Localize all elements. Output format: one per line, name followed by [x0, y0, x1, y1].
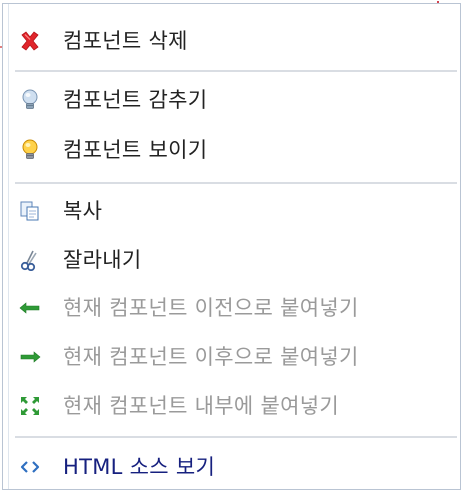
bulb-on-icon — [18, 138, 42, 162]
menu-item-paste-before[interactable]: 현재 컴포넌트 이전으로 붙여넣기 — [9, 286, 459, 330]
menu-item-label: 현재 컴포넌트 이전으로 붙여넣기 — [63, 296, 359, 320]
menu-item-label: 컴포넌트 삭제 — [63, 29, 188, 53]
copy-icon — [18, 199, 42, 223]
page: 컴포넌트 삭제 컴포넌트 감추기 컴포넌트 보이기 복사 잘라내기 현재 컴포넌… — [0, 0, 467, 494]
arrow-left-icon — [18, 296, 42, 320]
menu-separator — [15, 182, 457, 184]
menu-item-paste-inside[interactable]: 현재 컴포넌트 내부에 붙여넣기 — [9, 384, 459, 428]
menu-item-label: 컴포넌트 보이기 — [63, 138, 208, 162]
menu-item-hide-component[interactable]: 컴포넌트 감추기 — [9, 78, 459, 122]
arrow-right-icon — [18, 345, 42, 369]
menu-separator — [15, 70, 457, 72]
menu-item-cut[interactable]: 잘라내기 — [9, 238, 459, 282]
menu-item-show-component[interactable]: 컴포넌트 보이기 — [9, 128, 459, 172]
menu-item-label: 현재 컴포넌트 내부에 붙여넣기 — [63, 394, 339, 418]
menu-item-label: 컴포넌트 감추기 — [63, 88, 208, 112]
delete-x-icon — [18, 29, 42, 53]
paste-inside-icon — [18, 394, 42, 418]
context-menu: 컴포넌트 삭제 컴포넌트 감추기 컴포넌트 보이기 복사 잘라내기 현재 컴포넌… — [2, 3, 461, 490]
menu-item-delete-component[interactable]: 컴포넌트 삭제 — [9, 19, 459, 63]
code-brackets-icon — [18, 455, 42, 479]
bulb-off-icon — [18, 88, 42, 112]
menu-item-view-html-source[interactable]: HTML 소스 보기 — [9, 445, 459, 489]
menu-item-label: HTML 소스 보기 — [63, 455, 216, 479]
menu-item-copy[interactable]: 복사 — [9, 189, 459, 233]
menu-item-paste-after[interactable]: 현재 컴포넌트 이후으로 붙여넣기 — [9, 335, 459, 379]
menu-item-label: 현재 컴포넌트 이후으로 붙여넣기 — [63, 345, 359, 369]
cut-scissors-icon — [18, 248, 42, 272]
menu-item-label: 잘라내기 — [63, 248, 142, 272]
menu-item-label: 복사 — [63, 199, 103, 223]
menu-separator — [15, 436, 457, 438]
